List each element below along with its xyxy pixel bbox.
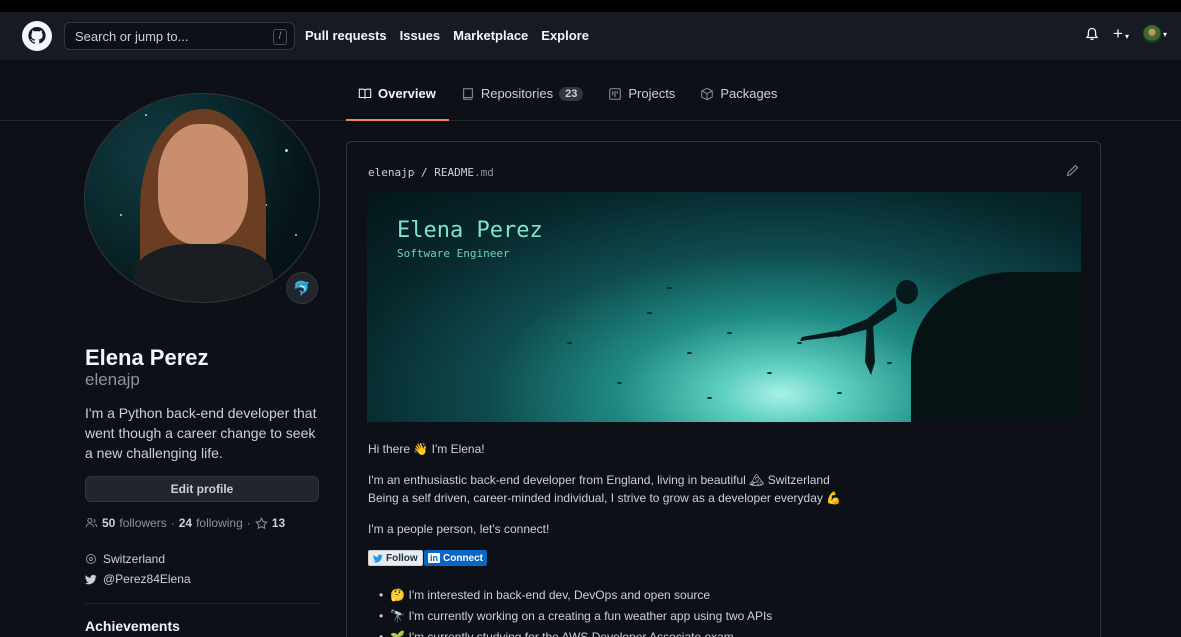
create-new-button[interactable]: + ▾ bbox=[1113, 24, 1129, 44]
list-item: 🤔 I'm interested in back-end dev, DevOps… bbox=[379, 585, 772, 606]
project-icon bbox=[609, 87, 622, 100]
nav-issues[interactable]: Issues bbox=[400, 28, 440, 43]
pencil-icon[interactable] bbox=[1066, 164, 1079, 177]
profile-readme: elenajp / README.md Elena Perez Software… bbox=[346, 141, 1101, 637]
avatar-star bbox=[120, 214, 122, 216]
window-top-strip bbox=[0, 0, 1181, 12]
global-header: Search or jump to... / Pull requests Iss… bbox=[0, 12, 1181, 60]
linkedin-connect-badge[interactable]: in Connect bbox=[424, 550, 487, 566]
twitter-icon bbox=[85, 574, 97, 584]
avatar-star bbox=[295, 234, 297, 236]
follow-badge-label: Follow bbox=[386, 552, 418, 564]
status-emoji-badge[interactable]: 🐬 bbox=[286, 272, 318, 304]
avatar-face bbox=[158, 124, 248, 244]
readme-ext: .md bbox=[473, 166, 494, 179]
fish-shape bbox=[687, 352, 692, 354]
user-avatar-menu[interactable]: ▾ bbox=[1142, 25, 1167, 43]
tab-projects-label: Projects bbox=[628, 86, 676, 101]
tab-repositories-label: Repositories bbox=[480, 86, 554, 101]
readme-connect-text: I'm a people person, let's connect! bbox=[368, 522, 550, 536]
avatar-shoulders bbox=[133, 244, 273, 302]
fish-shape bbox=[707, 397, 712, 399]
readme-banner-image: Elena Perez Software Engineer bbox=[367, 192, 1081, 422]
fish-shape bbox=[567, 342, 572, 344]
tab-projects[interactable]: Projects bbox=[596, 80, 688, 120]
location-icon bbox=[86, 554, 96, 564]
twitter-follow-badge[interactable]: Follow bbox=[368, 550, 423, 566]
achievements-heading[interactable]: Achievements bbox=[85, 618, 180, 634]
profile-avatar[interactable] bbox=[84, 93, 320, 303]
followers-label[interactable]: followers bbox=[119, 516, 166, 530]
list-item: 🔭 I'm currently working on a creating a … bbox=[379, 606, 772, 627]
followers-count[interactable]: 50 bbox=[102, 516, 115, 530]
list-item: 🌱 I'm currently studying for the AWS Dev… bbox=[379, 627, 772, 637]
nav-pull-requests[interactable]: Pull requests bbox=[305, 28, 387, 43]
follow-stats: 50 followers · 24 following · 13 bbox=[85, 516, 285, 530]
nav-marketplace[interactable]: Marketplace bbox=[453, 28, 528, 43]
location-text: Switzerland bbox=[103, 552, 166, 566]
fish-shape bbox=[667, 287, 672, 289]
readme-intro-line-1: I'm an enthusiastic back-end developer f… bbox=[368, 473, 830, 487]
chevron-down-icon: ▾ bbox=[1162, 29, 1167, 39]
separator-dot: · bbox=[246, 516, 251, 530]
avatar-mini-icon bbox=[1142, 25, 1161, 43]
tab-overview-label: Overview bbox=[378, 86, 436, 101]
avatar-star bbox=[105, 134, 107, 136]
profile-login: elenajp bbox=[85, 370, 140, 389]
fish-shape bbox=[727, 332, 732, 334]
profile-twitter[interactable]: @Perez84Elena bbox=[85, 572, 191, 586]
twitter-icon bbox=[373, 554, 383, 563]
search-placeholder: Search or jump to... bbox=[75, 29, 189, 44]
following-label[interactable]: following bbox=[196, 516, 243, 530]
following-count[interactable]: 24 bbox=[179, 516, 192, 530]
github-logo-icon[interactable] bbox=[22, 21, 52, 51]
tab-overview[interactable]: Overview bbox=[346, 80, 449, 121]
fish-shape bbox=[767, 372, 772, 374]
profile-location: Switzerland bbox=[85, 552, 165, 566]
profile-name: Elena Perez bbox=[85, 345, 209, 370]
people-icon bbox=[85, 518, 98, 528]
banner-title: Elena Perez bbox=[397, 218, 543, 243]
readme-intro-line-2: Being a self driven, career-minded indiv… bbox=[368, 491, 842, 505]
repo-icon bbox=[462, 87, 473, 100]
package-icon bbox=[701, 87, 714, 100]
repositories-count-badge: 23 bbox=[559, 86, 584, 101]
sidebar-divider bbox=[85, 603, 319, 604]
linkedin-icon: in bbox=[428, 553, 440, 563]
profile-tabs: Overview Repositories 23 Projects Packag… bbox=[346, 80, 790, 121]
connect-badge-label: Connect bbox=[443, 552, 483, 564]
readme-bullet-list: 🤔 I'm interested in back-end dev, DevOps… bbox=[379, 585, 772, 637]
readme-path[interactable]: elenajp / README.md bbox=[368, 166, 494, 179]
tab-repositories[interactable]: Repositories 23 bbox=[449, 80, 597, 120]
header-nav: Pull requests Issues Marketplace Explore bbox=[305, 28, 589, 43]
header-actions: + ▾ ▾ bbox=[1085, 24, 1167, 44]
banner-subtitle: Software Engineer bbox=[397, 247, 510, 260]
search-shortcut-key: / bbox=[273, 29, 287, 45]
fish-shape bbox=[647, 312, 652, 314]
stars-count[interactable]: 13 bbox=[272, 516, 285, 530]
bell-icon[interactable] bbox=[1085, 27, 1099, 42]
readme-owner[interactable]: elenajp bbox=[368, 166, 414, 179]
fish-shape bbox=[617, 382, 622, 384]
nav-explore[interactable]: Explore bbox=[541, 28, 589, 43]
profile-bio: I'm a Python back-end developer that wen… bbox=[85, 405, 317, 461]
twitter-handle[interactable]: @Perez84Elena bbox=[103, 572, 191, 586]
fish-shape bbox=[837, 392, 842, 394]
edit-profile-button[interactable]: Edit profile bbox=[85, 476, 319, 502]
book-icon bbox=[358, 88, 372, 99]
avatar-star bbox=[285, 149, 288, 152]
avatar-star bbox=[145, 114, 147, 116]
tab-packages[interactable]: Packages bbox=[688, 80, 790, 120]
readme-file[interactable]: README bbox=[434, 166, 474, 179]
separator-dot: · bbox=[170, 516, 175, 530]
star-icon bbox=[254, 516, 268, 529]
tab-packages-label: Packages bbox=[720, 86, 778, 101]
search-input[interactable]: Search or jump to... / bbox=[64, 22, 295, 50]
readme-greeting: Hi there 👋 I'm Elena! bbox=[368, 442, 485, 456]
